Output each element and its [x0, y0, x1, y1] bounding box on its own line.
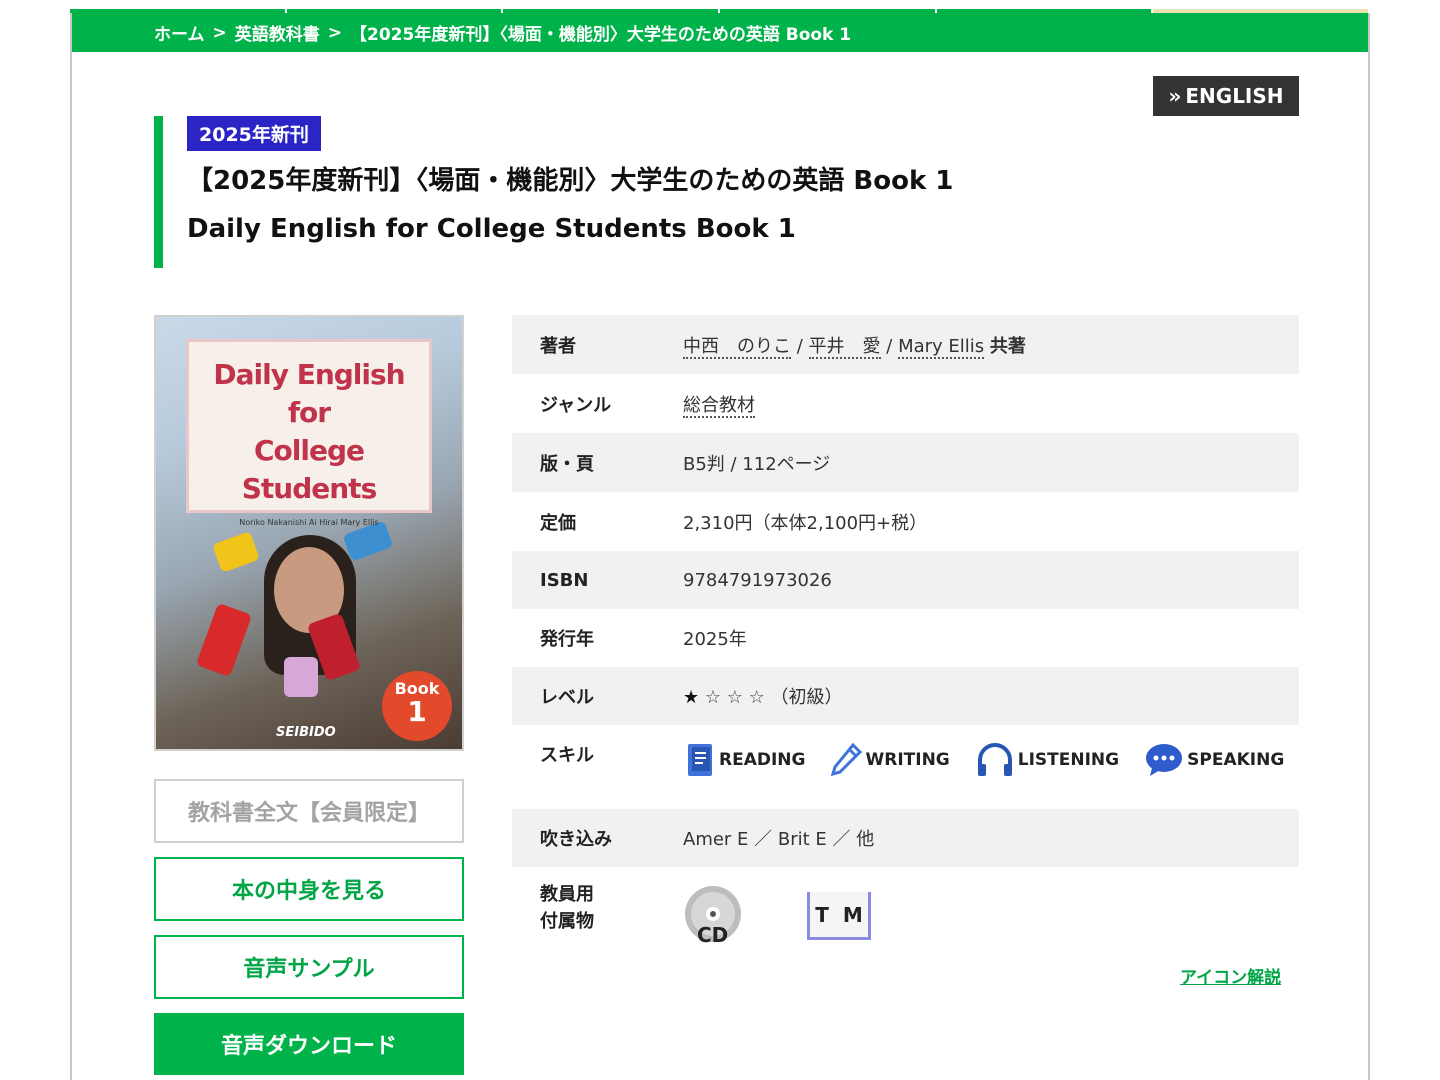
look-inside-button[interactable]: 本の中身を見る: [154, 857, 464, 921]
cover-phone: [284, 657, 318, 697]
info-row-price: 定価 2,310円（本体2,100円+税）: [512, 492, 1299, 551]
info-row-skills: スキル READING WRITING LISTENING SPEAKING: [512, 725, 1299, 809]
cover-title-line: Daily English: [213, 358, 405, 391]
audio-sample-button[interactable]: 音声サンプル: [154, 935, 464, 999]
info-value: 2,310円（本体2,100円+税）: [683, 512, 928, 534]
skill-writing: WRITING: [829, 741, 950, 779]
skill-label: SPEAKING: [1187, 750, 1285, 770]
author-suffix: 共著: [989, 335, 1026, 357]
icon-explanation-link[interactable]: アイコン解説: [1180, 963, 1281, 988]
cover-title-line: for: [287, 396, 331, 429]
skill-label: LISTENING: [1017, 750, 1120, 770]
author-link[interactable]: 平井 愛: [808, 335, 881, 359]
info-label: 吹き込み: [540, 829, 612, 850]
info-label-line: 付属物: [540, 911, 594, 932]
page-title-en: Daily English for College Students Book …: [187, 214, 796, 244]
english-button-label: ENGLISH: [1185, 84, 1284, 108]
title-block: 2025年新刊 【2025年度新刊】〈場面・機能別〉大学生のための英語 Book…: [154, 116, 1054, 268]
tm-letter: M: [842, 902, 863, 927]
author-separator: /: [796, 335, 803, 357]
breadcrumb: ホーム > 英語教科書 > 【2025年度新刊】〈場面・機能別〉大学生のための英…: [72, 13, 1368, 52]
info-row-recording: 吹き込み Amer E ／ Brit E ／ 他: [512, 809, 1299, 867]
author-link[interactable]: Mary Ellis: [898, 335, 985, 359]
skill-reading: READING: [683, 741, 805, 779]
info-label: 発行年: [540, 629, 594, 650]
info-value: 2025年: [683, 629, 747, 650]
teachers-manual-icon: T M: [807, 892, 871, 940]
info-value: 総合教材: [683, 391, 1299, 418]
breadcrumb-category[interactable]: 英語教科書: [235, 20, 320, 45]
tm-letter: T: [815, 902, 829, 927]
breadcrumb-separator: >: [327, 22, 342, 43]
info-row-genre: ジャンル 総合教材: [512, 374, 1299, 433]
info-value: 9784791973026: [683, 569, 832, 591]
info-label: 定価: [540, 512, 576, 534]
cover-title-line: College Students: [241, 434, 378, 505]
genre-link[interactable]: 総合教材: [683, 394, 755, 418]
skills-list: READING WRITING LISTENING SPEAKING: [683, 741, 1299, 779]
info-label-line: 教員用: [540, 884, 594, 905]
info-row-author: 著者 中西 のりこ / 平井 愛 / Mary Ellis 共著: [512, 315, 1299, 374]
star-empty-icon: ☆ ☆ ☆: [704, 687, 765, 708]
cover-authors: Noriko Nakanishi Ai Hirai Mary Ellis: [239, 518, 379, 527]
pencil-icon: [829, 741, 863, 779]
info-row-isbn: ISBN 9784791973026: [512, 551, 1299, 609]
skill-speaking: SPEAKING: [1143, 741, 1284, 779]
double-chevron-icon: »: [1168, 84, 1182, 108]
level-text: （初級）: [770, 687, 843, 708]
cover-phone: [212, 531, 260, 573]
new-release-badge: 2025年新刊: [187, 116, 321, 151]
info-label: 教員用 付属物: [512, 881, 683, 935]
skill-label: READING: [719, 750, 806, 770]
skill-listening: LISTENING: [974, 741, 1119, 779]
breadcrumb-separator: >: [212, 22, 227, 43]
cover-publisher-logo: SEIBIDO: [276, 725, 336, 740]
cover-book-label: Book: [394, 679, 440, 698]
audio-download-button[interactable]: 音声ダウンロード: [154, 1013, 464, 1075]
cover-book-number-badge: Book 1: [382, 671, 452, 741]
info-label: 版・頁: [540, 453, 594, 475]
author-separator: /: [886, 335, 893, 357]
book-info-table: 著者 中西 のりこ / 平井 愛 / Mary Ellis 共著 ジャンル 総合…: [512, 315, 1299, 957]
info-row-format: 版・頁 B5判 / 112ページ: [512, 433, 1299, 492]
info-row-teacher-materials: 教員用 付属物 CD T M: [512, 867, 1299, 957]
cover-book-number: 1: [407, 695, 427, 728]
cd-label: CD: [697, 923, 729, 947]
author-link[interactable]: 中西 のりこ: [683, 335, 791, 359]
star-filled-icon: ★: [683, 687, 700, 708]
breadcrumb-home[interactable]: ホーム: [154, 20, 205, 45]
info-label: レベル: [540, 687, 594, 708]
info-label: スキル: [540, 745, 594, 766]
info-value: 中西 のりこ / 平井 愛 / Mary Ellis 共著: [683, 332, 1299, 359]
speech-bubble-icon: [1143, 741, 1185, 779]
cover-phone: [195, 602, 253, 678]
book-icon: [683, 741, 717, 779]
info-value: Amer E ／ Brit E ／ 他: [683, 829, 875, 850]
cover-title: Daily English for College Students: [189, 356, 429, 508]
info-label: ISBN: [540, 569, 589, 591]
english-button[interactable]: » ENGLISH: [1153, 76, 1299, 116]
cover-title-box: Daily English for College Students Norik…: [186, 339, 432, 527]
skill-label: WRITING: [865, 750, 950, 770]
breadcrumb-current: 【2025年度新刊】〈場面・機能別〉大学生のための英語 Book 1: [350, 25, 852, 45]
members-only-button[interactable]: 教科書全文【会員限定】: [154, 779, 464, 843]
info-label: ジャンル: [540, 394, 612, 416]
info-value: B5判 / 112ページ: [683, 453, 831, 475]
book-cover-image[interactable]: Daily English for College Students Norik…: [154, 315, 464, 751]
info-label: 著者: [540, 335, 576, 357]
teacher-materials: CD T M: [683, 881, 1299, 947]
info-row-year: 発行年 2025年: [512, 609, 1299, 667]
info-row-level: レベル ★ ☆ ☆ ☆ （初級）: [512, 667, 1299, 725]
headphones-icon: [974, 741, 1016, 779]
level-rating: ★ ☆ ☆ ☆ （初級）: [683, 683, 1299, 709]
cd-icon: CD: [683, 885, 743, 947]
page-title-jp: 【2025年度新刊】〈場面・機能別〉大学生のための英語 Book 1: [187, 166, 954, 196]
